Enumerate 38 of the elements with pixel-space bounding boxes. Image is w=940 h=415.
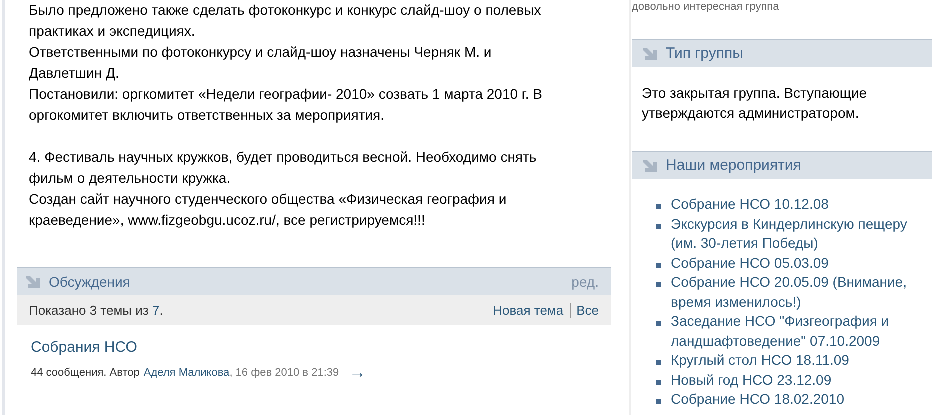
topic-meta: 44 сообщения. Автор xyxy=(31,367,140,379)
topic-date: , 16 фев 2010 в 21:39 xyxy=(230,367,340,379)
go-link[interactable]: → xyxy=(349,366,366,380)
author-link[interactable]: Аделя Маликова xyxy=(144,367,230,379)
bullet-icon xyxy=(656,204,661,209)
event-link[interactable]: Собрание НСО 05.03.09 xyxy=(671,254,921,273)
all-link[interactable]: Все xyxy=(576,302,599,318)
paragraph: 4. Фестиваль научных кружков, будет проводиться весной. Необходимо снять фильм о деятельности кружка. xyxy=(29,148,538,188)
section-title: Наши мероприятия xyxy=(666,157,802,174)
topic-title[interactable]: Собрания НСО xyxy=(31,339,138,356)
event-link[interactable]: Собрание НСО 10.12.08 xyxy=(671,195,921,214)
group-type-text: Это закрытая группа. Вступающие утверждаются администратором. xyxy=(641,84,868,123)
total-link[interactable]: 7 xyxy=(152,302,160,318)
event-link[interactable]: Новый год НСО 23.12.09 xyxy=(671,370,921,390)
new-topic-link[interactable]: Новая тема xyxy=(493,302,564,318)
bullet-icon xyxy=(656,262,661,268)
event-link[interactable]: Собрание НСО 18.02.2010 xyxy=(671,390,921,410)
paragraph: Создан сайт научного студенческого общества «Физическая география и краеведение», www.fizgeobgu.ucoz.ru/, все регистрируемся!!! xyxy=(29,190,508,230)
paragraph: Постановили: оргкомитет «Недели географии- 2010» созвать 1 марта 2010 г. В оргокомитет включить ответственных за мероприятия. xyxy=(29,85,544,125)
paragraph: Ответственными по фотоконкурсу и слайд-шоу назначены Черняк М. и Давлетшин Д. xyxy=(29,43,493,83)
event-link[interactable]: Заседание НСО "Физгеография и ландшафтоведение" 07.10.2009 xyxy=(671,312,921,351)
group-description: довольно интересная группа xyxy=(632,1,780,15)
bullet-icon xyxy=(656,399,661,404)
event-link[interactable]: Круглый стол НСО 18.11.09 xyxy=(671,351,921,370)
bullet-icon xyxy=(656,321,661,326)
section-title: Тип группы xyxy=(666,45,744,62)
arrow-icon xyxy=(642,46,658,60)
event-link[interactable]: Собрание НСО 20.05.09 (Внимание, время изменилось!) xyxy=(671,273,921,312)
arrow-icon xyxy=(642,158,658,172)
topics-count: Показано 3 темы из 7. xyxy=(29,302,164,318)
bullet-icon xyxy=(656,224,661,228)
bullet-icon xyxy=(656,380,661,384)
event-link[interactable]: Экскурсия в Киндерлинскую пещеру (им. 30-летия Победы) xyxy=(671,214,921,254)
bullet-icon xyxy=(656,360,661,365)
paragraph: Было предложено также сделать фотоконкурс и конкурс слайд-шоу о полевых практиках и экспедициях. xyxy=(29,1,542,41)
section-title: Обсуждения xyxy=(49,274,132,290)
arrow-icon xyxy=(25,274,41,288)
bullet-icon xyxy=(656,282,661,287)
